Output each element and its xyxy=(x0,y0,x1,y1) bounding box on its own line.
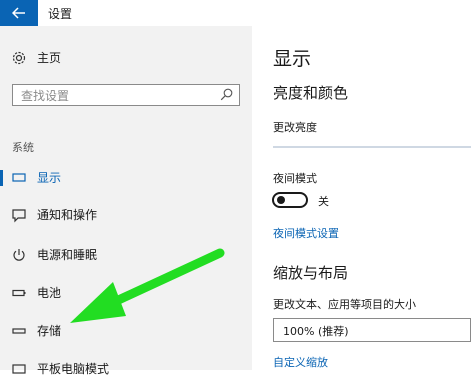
sidebar-item-notifications[interactable]: 通知和操作 xyxy=(0,200,252,230)
active-indicator xyxy=(0,170,3,186)
section-label-system: 系统 xyxy=(12,141,34,154)
sidebar-item-label: 通知和操作 xyxy=(37,208,98,222)
window-title: 设置 xyxy=(48,7,73,21)
brightness-slider[interactable] xyxy=(273,146,471,148)
sidebar-item-label: 电源和睡眠 xyxy=(37,248,98,262)
scale-dropdown-value: 100% (推荐) xyxy=(283,325,349,338)
notification-icon xyxy=(12,209,26,223)
sidebar-item-storage[interactable]: 存储 xyxy=(0,316,252,346)
search-placeholder: 查找设置 xyxy=(21,89,70,103)
sidebar-home-label: 主页 xyxy=(37,51,62,65)
page-title: 显示 xyxy=(273,48,312,70)
power-icon xyxy=(13,249,25,261)
sidebar-item-display[interactable]: 显示 xyxy=(0,163,252,193)
night-mode-toggle[interactable] xyxy=(272,192,308,208)
sidebar-item-label: 平板电脑模式 xyxy=(37,362,110,376)
sidebar-item-label: 电池 xyxy=(37,286,62,300)
sidebar-item-power[interactable]: 电源和睡眠 xyxy=(0,240,252,270)
tablet-mode-icon xyxy=(12,364,26,374)
title-bar: 设置 xyxy=(0,0,471,26)
monitor-icon xyxy=(12,173,26,182)
sidebar-item-label: 存储 xyxy=(37,324,62,338)
back-button[interactable] xyxy=(0,0,38,26)
night-mode-settings-link[interactable]: 夜间模式设置 xyxy=(273,225,339,241)
gear-icon xyxy=(12,51,26,65)
sidebar: 主页 查找设置 系统 显示 通知和操作 电源和睡眠 电池 存储 平板电脑模式 xyxy=(0,26,252,376)
sidebar-item-label: 显示 xyxy=(37,171,62,185)
search-input[interactable]: 查找设置 xyxy=(12,84,240,106)
sidebar-item-tablet-mode[interactable]: 平板电脑模式 xyxy=(0,354,252,384)
search-icon xyxy=(220,88,233,101)
sidebar-item-battery[interactable]: 电池 xyxy=(0,278,252,308)
custom-scale-link[interactable]: 自定义缩放 xyxy=(273,354,328,370)
brightness-label: 更改亮度 xyxy=(273,121,317,134)
night-mode-state: 关 xyxy=(318,195,329,208)
back-arrow-icon xyxy=(12,7,25,19)
scale-heading: 缩放与布局 xyxy=(273,264,349,282)
toggle-knob xyxy=(277,196,285,204)
main-content: 显示 亮度和颜色 更改亮度 夜间模式 关 夜间模式设置 缩放与布局 更改文本、应… xyxy=(252,26,471,370)
night-mode-label: 夜间模式 xyxy=(273,172,317,185)
sidebar-item-home[interactable]: 主页 xyxy=(0,43,252,73)
brightness-heading: 亮度和颜色 xyxy=(273,84,349,102)
scale-dropdown[interactable]: 100% (推荐) xyxy=(273,318,471,342)
storage-icon xyxy=(12,328,26,334)
battery-icon xyxy=(12,289,26,297)
scale-label: 更改文本、应用等项目的大小 xyxy=(273,298,416,311)
